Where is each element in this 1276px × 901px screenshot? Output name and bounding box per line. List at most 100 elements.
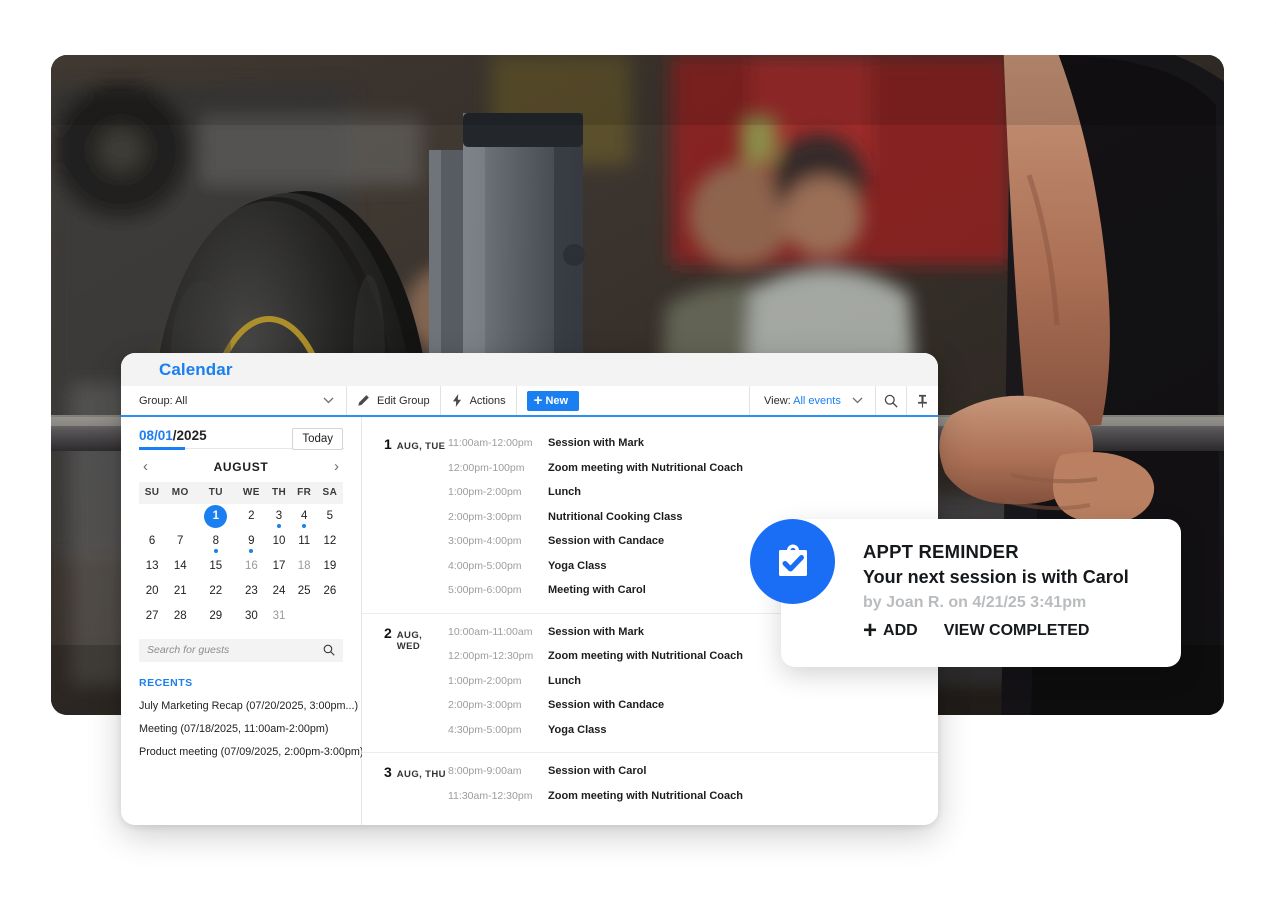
recent-item[interactable]: Product meeting (07/09/2025, 2:00pm-3:00…	[139, 746, 363, 758]
calendar-day[interactable]: 31	[266, 604, 291, 629]
calendar-day[interactable]: 22	[195, 579, 236, 604]
calendar-week-row: 1 2 3 4 5	[139, 504, 343, 529]
add-button-label: ADD	[883, 621, 918, 639]
event-name: Session with Mark	[548, 625, 644, 638]
calendar-day-selected[interactable]: 1	[195, 504, 236, 529]
calendar-day[interactable]: 23	[236, 579, 266, 604]
plus-icon: +	[533, 392, 543, 409]
calendar-day[interactable]: 7	[165, 529, 195, 554]
calendar-day[interactable]: 2	[236, 504, 266, 529]
event-name: Session with Candace	[548, 699, 665, 712]
calendar-day[interactable]: 27	[139, 604, 165, 629]
calendar-day[interactable]: 17	[266, 554, 291, 579]
recents-heading: RECENTS	[139, 676, 193, 689]
search-input[interactable]	[147, 644, 297, 656]
calendar-day[interactable]: 8	[195, 529, 236, 554]
event-time: 1:00pm-2:00pm	[448, 486, 522, 499]
event-day-group: 3 AUG, THU 8:00pm-9:00am Session with Carol…	[362, 752, 938, 818]
pin-button[interactable]	[907, 386, 938, 415]
calendar-day[interactable]: 30	[236, 604, 266, 629]
actions-label: Actions	[469, 394, 506, 407]
calendar-day[interactable]: 25	[292, 579, 317, 604]
event-dot	[277, 523, 281, 528]
calendar-day[interactable]: 12	[317, 529, 343, 554]
event-row[interactable]: 4:30pm-5:00pm Yoga Class	[448, 718, 938, 743]
calendar-day[interactable]: 10	[266, 529, 291, 554]
calendar-day[interactable]: 3	[266, 504, 291, 529]
group-filter-dropdown[interactable]: Group: All	[121, 386, 347, 415]
calendar-day[interactable]: 14	[165, 554, 195, 579]
calendar-day-label: 5	[326, 510, 334, 522]
calendar-day[interactable]: 16	[236, 554, 266, 579]
calendar-day[interactable]: 15	[195, 554, 236, 579]
calendar-day-empty	[317, 604, 343, 629]
calendar-day[interactable]: 26	[317, 579, 343, 604]
event-day-number: 3	[384, 764, 392, 780]
event-name: Lunch	[548, 486, 581, 499]
event-row[interactable]: 2:00pm-3:00pm Session with Candace	[448, 693, 938, 718]
calendar-day[interactable]: 4	[292, 504, 317, 529]
event-row[interactable]: 12:00pm-100pm Zoom meeting with Nutrition…	[448, 456, 938, 481]
recents-list: July Marketing Recap (07/20/2025, 3:00pm…	[139, 700, 363, 758]
new-button[interactable]: + New	[526, 390, 580, 411]
calendar-day-label: 25	[297, 585, 311, 597]
weekday-header-fr: FR	[291, 481, 317, 504]
event-time: 2:00pm-3:00pm	[448, 510, 522, 523]
event-row[interactable]: 8:00pm-9:00am Session with Carol	[448, 759, 938, 784]
event-row[interactable]: 1:00pm-2:00pm Lunch	[448, 480, 938, 505]
calendar-day-empty	[292, 604, 317, 629]
edit-group-button[interactable]: Edit Group	[347, 386, 441, 415]
calendar-day-empty	[165, 504, 195, 529]
event-name: Zoom meeting with Nutritional Coach	[548, 650, 743, 663]
today-button[interactable]: Today	[292, 428, 343, 450]
clipboard-check-icon	[778, 543, 807, 576]
toast-meta: by Joan R. on 4/21/25 3:41pm	[863, 594, 1087, 611]
calendar-day[interactable]: 6	[139, 529, 165, 554]
event-day-label: 3 AUG, THU	[362, 759, 448, 808]
event-row[interactable]: 11:30am-12:30pm Zoom meeting with Nutriti…	[448, 784, 938, 809]
event-name: Meeting with Carol	[548, 584, 646, 597]
calendar-day[interactable]: 13	[139, 554, 165, 579]
calendar-day[interactable]: 29	[195, 604, 236, 629]
event-dot	[213, 548, 218, 553]
calendar-day-label: 17	[272, 560, 286, 572]
calendar-day-label: 4	[300, 510, 308, 522]
calendar-day[interactable]: 11	[292, 529, 317, 554]
pin-icon	[918, 394, 927, 408]
event-row[interactable]: 11:00am-12:00pm Session with Mark	[448, 431, 938, 456]
event-time: 4:00pm-5:00pm	[448, 559, 522, 572]
view-filter-dropdown[interactable]: View: All events	[750, 386, 876, 415]
event-row[interactable]: 1:00pm-2:00pm Lunch	[448, 669, 938, 694]
event-time: 12:00pm-12:30pm	[448, 650, 534, 663]
calendar-day[interactable]: 5	[317, 504, 343, 529]
calendar-day-label: 31	[272, 610, 286, 622]
event-name: Yoga Class	[548, 723, 607, 736]
calendar-day-label: 23	[244, 585, 258, 597]
calendar-day[interactable]: 19	[317, 554, 343, 579]
event-name: Session with Candace	[548, 535, 665, 548]
calendar-day[interactable]: 9	[236, 529, 266, 554]
prev-month-arrow[interactable]: ‹	[139, 459, 152, 474]
event-day-label: 1 AUG, TUE	[362, 431, 448, 603]
calendar-day[interactable]: 28	[165, 604, 195, 629]
event-time: 8:00pm-9:00am	[448, 765, 522, 778]
calendar-day-label: 28	[173, 610, 187, 622]
view-filter-value: All events	[793, 394, 841, 407]
calendar-day[interactable]: 18	[292, 554, 317, 579]
calendar-day[interactable]: 21	[165, 579, 195, 604]
actions-button[interactable]: Actions	[441, 386, 517, 415]
month-grid: SU MO TU WE TH FR SA 1 2 3 4 5 6 7 8 9 10 11 12 13 14 15 16 17…	[139, 481, 343, 629]
calendar-week-row: 20 21 22 23 24 25 26	[139, 579, 343, 604]
recent-item[interactable]: Meeting (07/18/2025, 11:00am-2:00pm)	[139, 723, 343, 735]
search-button[interactable]	[876, 386, 907, 415]
recent-item[interactable]: July Marketing Recap (07/20/2025, 3:00pm…	[139, 700, 358, 712]
view-completed-button[interactable]: VIEW COMPLETED	[944, 622, 1090, 640]
calendar-day[interactable]: 20	[139, 579, 165, 604]
calendar-day-label: 11	[298, 535, 311, 547]
event-day-weekday: AUG, WED	[396, 629, 423, 652]
guest-search-field[interactable]	[139, 638, 343, 662]
month-label: AUGUST	[213, 459, 269, 474]
calendar-day[interactable]: 24	[266, 579, 291, 604]
next-month-arrow[interactable]: ›	[330, 459, 343, 474]
add-button[interactable]: + ADD	[863, 618, 918, 642]
